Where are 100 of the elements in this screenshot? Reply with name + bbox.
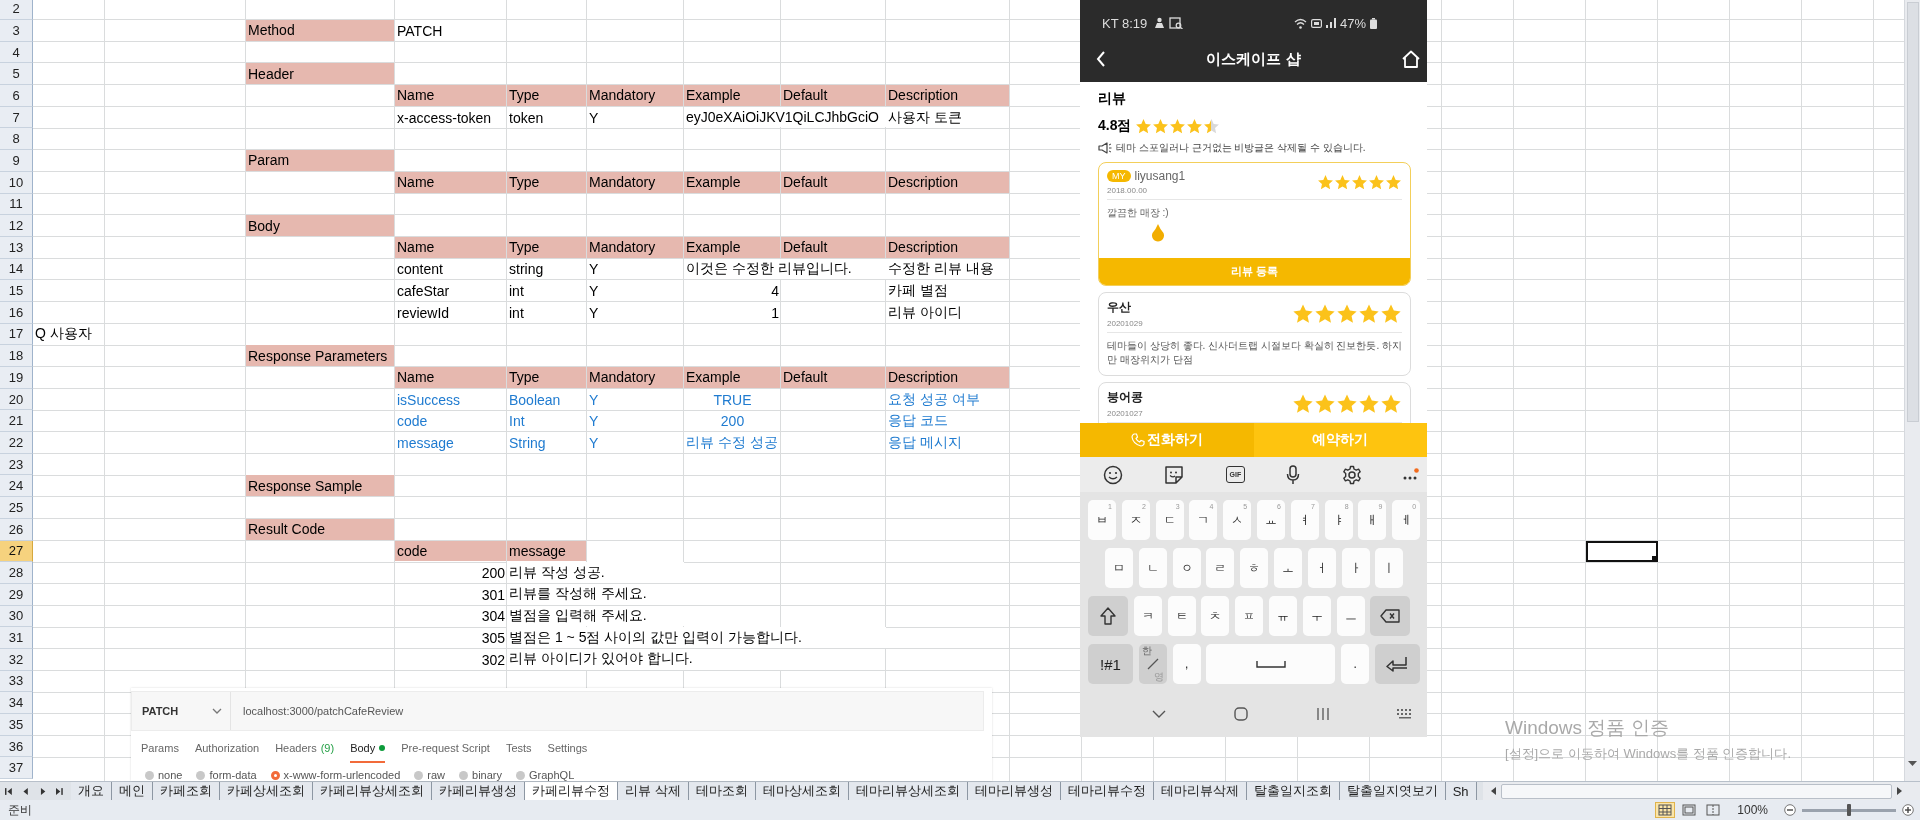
row-header[interactable]: 18 <box>0 345 33 367</box>
key[interactable]: ㅠ <box>1269 596 1297 636</box>
request-tab[interactable]: Body <box>350 739 386 763</box>
sticker-icon[interactable] <box>1164 464 1185 485</box>
row-header[interactable]: 10 <box>0 171 33 194</box>
key[interactable]: ㅜ <box>1302 596 1331 636</box>
key[interactable]: ㄹ <box>1206 548 1235 588</box>
key[interactable]: ㅇ <box>1172 548 1201 588</box>
row-header[interactable]: 19 <box>0 367 33 389</box>
sheet-tab[interactable]: 테마상세조회 <box>754 782 849 800</box>
row-header[interactable]: 29 <box>0 583 33 606</box>
row-header[interactable]: 5 <box>0 63 33 86</box>
row-header[interactable]: 7 <box>0 106 33 129</box>
row-header[interactable]: 9 <box>0 150 33 172</box>
row-header[interactable]: 23 <box>0 453 33 476</box>
row-header[interactable]: 25 <box>0 497 33 519</box>
radio-option[interactable]: raw <box>414 769 446 781</box>
zoom-out-icon[interactable] <box>1784 804 1796 816</box>
row-header[interactable]: 2 <box>0 0 33 20</box>
sheet-tab[interactable]: 카페리뷰생성 <box>431 782 525 800</box>
row-header[interactable]: 24 <box>0 475 33 498</box>
row-header[interactable]: 32 <box>0 648 33 671</box>
scrollbar-thumb[interactable] <box>1906 2 1919 422</box>
row-header[interactable]: 28 <box>0 562 33 584</box>
key[interactable]: ㄴ <box>1138 548 1167 588</box>
row-header[interactable]: 14 <box>0 258 33 281</box>
sheet-tab[interactable]: 카페조회 <box>152 782 220 800</box>
row-header[interactable]: 22 <box>0 432 33 454</box>
sheet-tab[interactable]: 테마리뷰상세조회 <box>847 782 968 800</box>
previous-sheet-icon[interactable] <box>21 786 30 796</box>
row-header[interactable]: 20 <box>0 388 33 411</box>
row-header[interactable]: 30 <box>0 605 33 628</box>
keyboard-icon[interactable] <box>1397 709 1413 719</box>
request-tab[interactable]: Authorization <box>194 739 260 763</box>
row-header[interactable]: 31 <box>0 627 33 649</box>
sheet-tab[interactable]: Sh <box>1444 782 1477 800</box>
key[interactable]: ㅊ <box>1201 596 1230 636</box>
last-sheet-icon[interactable] <box>55 786 63 796</box>
right-arrow-icon[interactable] <box>1896 787 1902 795</box>
key[interactable]: . <box>1341 644 1370 684</box>
symbols-key[interactable]: !#1 <box>1088 644 1133 684</box>
row-header[interactable]: 17 <box>0 323 33 346</box>
back-icon[interactable] <box>1096 51 1106 67</box>
horizontal-scrollbar[interactable] <box>1482 782 1920 800</box>
zoom-in-icon[interactable] <box>1902 804 1914 816</box>
key[interactable]: ㅁ <box>1105 548 1133 588</box>
sheet-tab[interactable]: 개요 <box>71 782 112 800</box>
recents-icon[interactable] <box>1316 708 1329 720</box>
sheet-tab[interactable]: 카페리뷰상세조회 <box>312 782 432 800</box>
row-header[interactable]: 15 <box>0 280 33 302</box>
emoji-icon[interactable] <box>1103 464 1123 485</box>
radio-option[interactable]: none <box>145 769 183 781</box>
request-tab[interactable]: Headers (9) <box>275 739 335 763</box>
row-header[interactable]: 21 <box>0 410 33 433</box>
radio-option[interactable]: GraphQL <box>516 769 575 781</box>
sheet-tab[interactable]: 탈출일지조회 <box>1245 782 1340 800</box>
key[interactable]: ㅓ <box>1307 548 1336 588</box>
key[interactable]: , <box>1172 644 1201 684</box>
row-header[interactable]: 36 <box>0 735 33 758</box>
key[interactable]: ㅍ <box>1235 596 1264 636</box>
sheet-tab[interactable]: 카페상세조회 <box>219 782 313 800</box>
sheet-tab[interactable]: 메인 <box>111 782 153 800</box>
normal-view-button[interactable] <box>1655 802 1676 818</box>
request-tab[interactable]: Settings <box>547 739 588 763</box>
key[interactable]: ㅣ <box>1375 548 1404 588</box>
next-sheet-icon[interactable] <box>38 786 47 796</box>
row-header[interactable]: 11 <box>0 193 33 216</box>
home-icon[interactable] <box>1401 50 1421 68</box>
row-header[interactable]: 34 <box>0 692 33 714</box>
microphone-icon[interactable] <box>1286 464 1301 485</box>
sheet-tab[interactable]: 테마리뷰생성 <box>966 782 1061 800</box>
key[interactable]: ㅏ <box>1341 548 1370 588</box>
more-icon[interactable] <box>1403 467 1419 482</box>
request-tab[interactable]: Params <box>141 739 179 763</box>
row-header[interactable]: 35 <box>0 714 33 736</box>
key[interactable]: ㅌ <box>1167 596 1196 636</box>
settings-icon[interactable] <box>1341 464 1362 485</box>
review-input[interactable]: 깔끔한 매장 :) <box>1107 206 1402 220</box>
home-button-icon[interactable] <box>1234 707 1249 721</box>
radio-option[interactable]: form-data <box>196 769 257 781</box>
sheet-tab[interactable]: 테마리뷰수정 <box>1059 782 1154 800</box>
row-header[interactable]: 3 <box>0 20 33 42</box>
down-arrow-icon[interactable] <box>1908 761 1917 767</box>
key[interactable]: ㅗ <box>1274 548 1302 588</box>
sheet-tab[interactable]: 테마조회 <box>687 782 756 800</box>
row-header[interactable]: 26 <box>0 518 33 541</box>
sheet-tab[interactable]: 테마리뷰삭제 <box>1152 782 1247 800</box>
row-header[interactable]: 4 <box>0 41 33 64</box>
left-arrow-icon[interactable] <box>1490 787 1497 795</box>
sheet-tab[interactable]: 리뷰 삭제 <box>617 782 689 800</box>
row-header[interactable]: 27 <box>0 540 33 563</box>
sheet-tab[interactable]: 카페리뷰수정 <box>524 782 618 800</box>
key[interactable]: ㅋ <box>1133 596 1162 636</box>
row-header[interactable]: 8 <box>0 128 33 151</box>
sheet-tab[interactable]: 탈출일지엿보기 <box>1338 782 1446 800</box>
selected-cell[interactable] <box>1586 540 1658 563</box>
row-header[interactable]: 6 <box>0 85 33 107</box>
request-tab[interactable]: Pre-request Script <box>401 739 490 763</box>
chevron-down-icon[interactable] <box>1152 710 1166 718</box>
row-header[interactable]: 16 <box>0 301 33 324</box>
